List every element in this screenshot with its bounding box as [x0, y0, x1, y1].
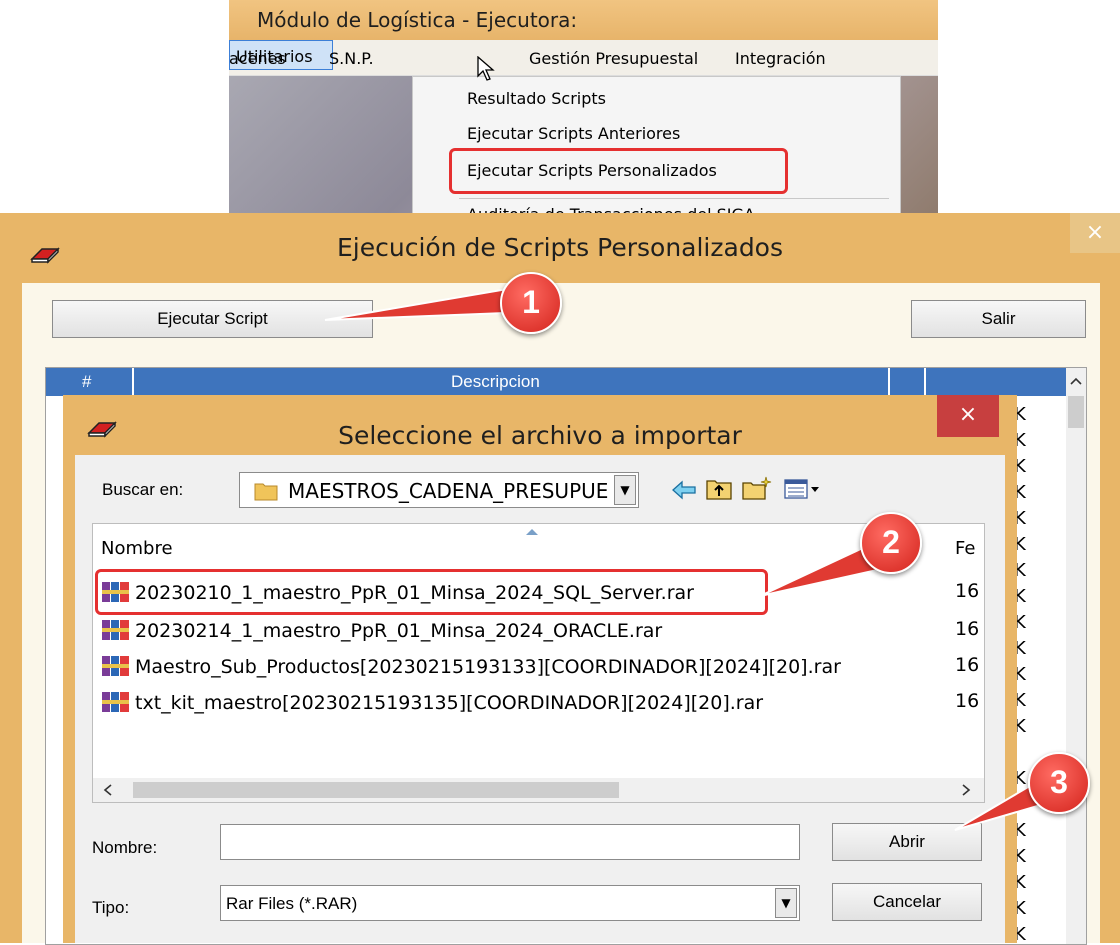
callout-3: 3 — [1028, 752, 1090, 814]
callout-2: 2 — [860, 512, 922, 574]
annotation-arrows — [324, 284, 1060, 831]
callout-1: 1 — [500, 272, 562, 334]
